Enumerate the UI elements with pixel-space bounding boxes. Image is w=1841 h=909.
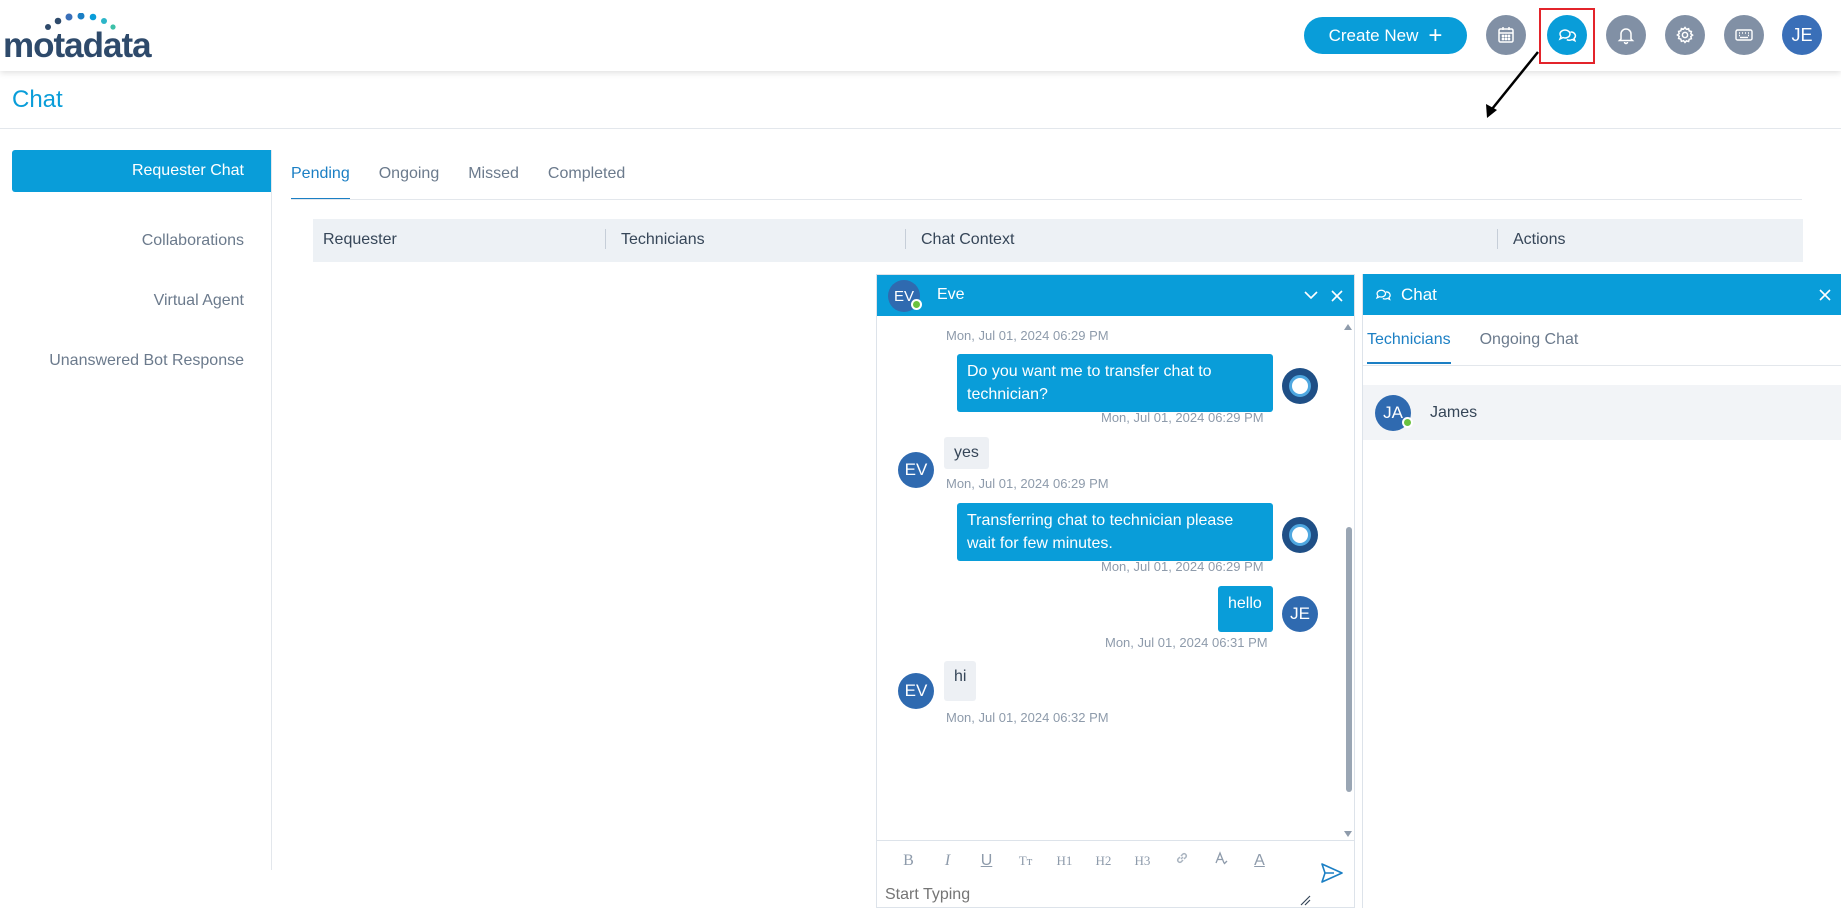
- message-timestamp: Mon, Jul 01, 2024 06:29 PM: [1101, 559, 1264, 574]
- scroll-down-icon[interactable]: [1344, 831, 1352, 837]
- tabs-underline: [291, 199, 1802, 200]
- text-color-button[interactable]: A: [1240, 852, 1279, 870]
- bot-avatar-icon: [1282, 368, 1318, 404]
- sidebar-item-unanswered-bot-response[interactable]: Unanswered Bot Response: [12, 331, 271, 391]
- user-avatar[interactable]: JE: [1782, 15, 1822, 55]
- message-timestamp: Mon, Jul 01, 2024 06:29 PM: [1101, 410, 1264, 425]
- tab-missed[interactable]: Missed: [468, 165, 519, 200]
- bell-icon: [1617, 28, 1635, 45]
- online-indicator: [911, 299, 922, 310]
- sidebar-item-requester-chat[interactable]: Requester Chat: [12, 150, 271, 192]
- chat-contact-name: Eve: [937, 286, 965, 303]
- table-header: Requester Technicians Chat Context Actio…: [313, 219, 1803, 262]
- tab-completed[interactable]: Completed: [548, 165, 625, 200]
- minimize-chevron-icon[interactable]: [1304, 290, 1318, 300]
- chat-panel-header: Chat: [1363, 274, 1841, 315]
- highlight-box: [1539, 8, 1595, 64]
- chat-panel: Chat Technicians Ongoing Chat JA James: [1362, 274, 1841, 908]
- message-bubble: yes: [944, 437, 989, 469]
- keyboard-shortcuts-button[interactable]: [1724, 15, 1764, 55]
- technician-name: James: [1430, 404, 1478, 421]
- font-color-icon: [1214, 851, 1227, 865]
- avatar: JE: [1282, 596, 1318, 632]
- create-new-button[interactable]: Create New +: [1304, 17, 1467, 54]
- underline-button[interactable]: U: [967, 852, 1006, 870]
- send-icon[interactable]: [1321, 863, 1343, 883]
- tab-technicians[interactable]: Technicians: [1367, 331, 1451, 364]
- tab-ongoing-chat[interactable]: Ongoing Chat: [1480, 331, 1579, 364]
- chat-window-header: EV Eve: [877, 275, 1354, 316]
- message-timestamp: Mon, Jul 01, 2024 06:31 PM: [1105, 635, 1268, 650]
- sidebar-item-virtual-agent[interactable]: Virtual Agent: [12, 271, 271, 331]
- close-icon[interactable]: [1819, 289, 1831, 301]
- link-icon: [1176, 852, 1187, 864]
- tab-ongoing[interactable]: Ongoing: [379, 165, 440, 200]
- heading2-button[interactable]: H2: [1084, 853, 1123, 869]
- gear-icon: [1676, 26, 1694, 44]
- message-list: Mon, Jul 01, 2024 06:29 PM Do you want m…: [877, 316, 1343, 841]
- tabs-underline: [1363, 365, 1841, 366]
- bold-button[interactable]: B: [889, 852, 928, 870]
- message-timestamp: Mon, Jul 01, 2024 06:29 PM: [946, 328, 1109, 343]
- message-bubble: Transferring chat to technician please w…: [957, 503, 1273, 561]
- calendar-button[interactable]: [1486, 15, 1526, 55]
- column-separator[interactable]: [905, 229, 906, 249]
- heading1-button[interactable]: H1: [1045, 853, 1084, 869]
- scroll-up-icon[interactable]: [1344, 324, 1352, 330]
- message-timestamp: Mon, Jul 01, 2024 06:32 PM: [946, 710, 1109, 725]
- column-technicians[interactable]: Technicians: [621, 231, 705, 249]
- keyboard-icon: [1735, 29, 1753, 41]
- calendar-icon: [1498, 27, 1514, 43]
- heading3-button[interactable]: H3: [1123, 853, 1162, 869]
- avatar: EV: [898, 452, 934, 488]
- technician-list-item[interactable]: JA James: [1363, 385, 1841, 440]
- column-actions[interactable]: Actions: [1513, 231, 1565, 249]
- status-tabs: Pending Ongoing Missed Completed: [291, 165, 625, 200]
- message-bubble: Do you want me to transfer chat to techn…: [957, 354, 1273, 412]
- page-title: Chat: [12, 86, 63, 113]
- sidebar: Requester Chat Collaborations Virtual Ag…: [12, 150, 272, 870]
- annotation-arrow-icon: [1486, 51, 1539, 118]
- column-separator[interactable]: [1497, 229, 1498, 249]
- avatar: EV: [898, 673, 934, 709]
- italic-button[interactable]: I: [928, 852, 967, 870]
- column-chat-context[interactable]: Chat Context: [921, 231, 1014, 249]
- text-size-button[interactable]: Tт: [1006, 853, 1045, 869]
- message-bubble: hello: [1218, 586, 1273, 632]
- link-button[interactable]: [1162, 850, 1201, 871]
- notifications-button[interactable]: [1606, 15, 1646, 55]
- chat-panel-tabs: Technicians Ongoing Chat: [1367, 331, 1578, 364]
- editor-toolbar: B I U Tт H1 H2 H3 A: [877, 840, 1354, 880]
- sidebar-item-collaborations[interactable]: Collaborations: [12, 211, 271, 271]
- create-new-label: Create New: [1328, 25, 1419, 45]
- scrollbar-thumb[interactable]: [1346, 527, 1352, 792]
- font-color-button[interactable]: [1201, 850, 1240, 871]
- message-timestamp: Mon, Jul 01, 2024 06:29 PM: [946, 476, 1109, 491]
- chat-window: EV Eve Mon, Jul 01, 2024 06:29 PM Do you…: [876, 274, 1355, 909]
- message-bubble: hi: [944, 661, 977, 701]
- plus-icon: +: [1428, 21, 1443, 49]
- divider: [0, 128, 1841, 129]
- online-indicator: [1402, 417, 1413, 428]
- resize-handle-icon[interactable]: [1299, 894, 1313, 906]
- close-icon[interactable]: [1331, 290, 1343, 302]
- column-requester[interactable]: Requester: [323, 231, 397, 249]
- tab-pending[interactable]: Pending: [291, 165, 350, 200]
- settings-button[interactable]: [1665, 15, 1705, 55]
- chat-panel-title: Chat: [1401, 285, 1437, 304]
- message-input[interactable]: [877, 881, 1354, 909]
- logo-dots-icon: [45, 13, 116, 30]
- column-separator[interactable]: [605, 229, 606, 249]
- chat-icon: [1375, 289, 1391, 301]
- bot-avatar-icon: [1282, 517, 1318, 553]
